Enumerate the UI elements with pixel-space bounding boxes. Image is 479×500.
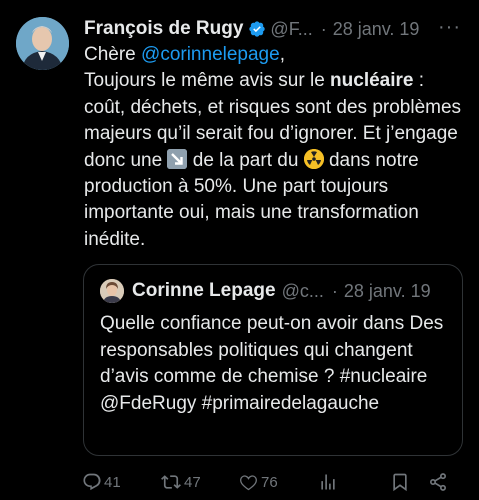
quoted-tweet-header: Corinne Lepage @c... · 28 janv. 19 — [132, 277, 452, 305]
text-part-1: Toujours le même avis sur le — [84, 70, 331, 92]
quoted-header-separator: · — [331, 280, 338, 301]
views-chart-icon — [321, 474, 335, 490]
verified-badge-icon — [249, 21, 266, 37]
text-greeting-end: , — [279, 44, 285, 65]
retweet-button[interactable]: 47 — [160, 472, 238, 492]
quoted-author-handle[interactable]: @c... — [282, 281, 324, 302]
quoted-tweet-card[interactable]: Corinne Lepage @c... · 28 janv. 19 Quell… — [83, 264, 463, 456]
like-button[interactable]: 76 — [238, 472, 318, 492]
bookmark-button[interactable] — [390, 472, 428, 492]
quoted-tweet-date[interactable]: 28 janv. 19 — [344, 281, 431, 302]
down-right-arrow-emoji-icon — [167, 148, 188, 169]
quoted-author-name[interactable]: Corinne Lepage — [132, 280, 276, 302]
reply-count: 41 — [104, 473, 121, 491]
tweet-text: Chère @corinnelepage, Toujours le même av… — [84, 42, 469, 253]
text-bold-word: nucléaire — [330, 70, 414, 92]
share-button[interactable] — [428, 472, 458, 492]
share-icon — [430, 473, 446, 491]
tweet-actions: 41 47 76 — [82, 468, 467, 496]
header-separator: · — [320, 18, 327, 39]
reply-button[interactable]: 41 — [82, 472, 160, 492]
author-handle[interactable]: @F... — [270, 19, 312, 40]
like-count: 76 — [261, 473, 278, 491]
author-name[interactable]: François de Rugy — [84, 18, 243, 40]
tweet-header: François de Rugy @F... · 28 janv. 19 ··· — [84, 14, 467, 44]
reply-icon — [83, 473, 101, 491]
author-avatar[interactable] — [16, 17, 69, 70]
radioactive-emoji-icon — [303, 148, 324, 169]
quoted-tweet-text: Quelle confiance peut-on avoir dans Des … — [100, 313, 444, 414]
bookmark-icon — [393, 473, 407, 492]
retweet-count: 47 — [184, 473, 201, 491]
more-options-icon[interactable]: ··· — [438, 16, 461, 39]
quoted-author-avatar[interactable] — [100, 279, 124, 303]
mention-link[interactable]: @corinnelepage — [141, 44, 280, 65]
text-part-3: de la part du — [187, 149, 304, 171]
retweet-icon — [161, 475, 181, 489]
heart-icon — [240, 475, 257, 491]
tweet-date[interactable]: 28 janv. 19 — [333, 19, 420, 40]
text-greeting: Chère — [84, 44, 142, 65]
views-button[interactable] — [318, 472, 390, 492]
